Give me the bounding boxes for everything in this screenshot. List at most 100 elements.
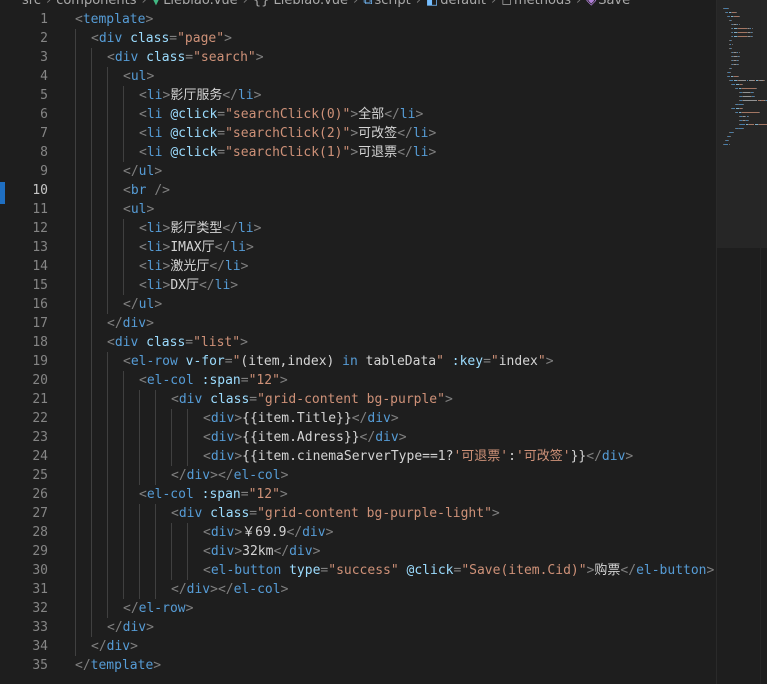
code-line[interactable]: 30 <el-button type="success" @click="Save… [0, 561, 716, 580]
indent-guide [171, 409, 172, 428]
code-line[interactable]: 35 </template> [0, 656, 716, 675]
chevron-right-icon: › [45, 0, 52, 8]
indent-guide [75, 409, 76, 428]
code-line[interactable]: 26 <el-col :span="12"> [0, 485, 716, 504]
code-line[interactable]: 32 </el-row> [0, 599, 716, 618]
breadcrumb-script[interactable]: script [375, 0, 411, 8]
code-punctuation: < [139, 88, 147, 103]
code-line[interactable]: 27 <div class="grid-content bg-purple-lig… [0, 504, 716, 523]
code-line[interactable]: 31 </div></el-col> [0, 580, 716, 599]
code-tag-name: li [146, 126, 163, 141]
breadcrumb-methods[interactable]: methods [514, 0, 571, 8]
code-line[interactable]: 19 <el-row v-for="(item,index) in tableDa… [0, 352, 716, 371]
code-line[interactable]: 23 <div>{{item.Adress}}</div> [0, 428, 716, 447]
indent-guide [139, 466, 140, 485]
code-tag-name: br [130, 183, 147, 198]
code-punctuation: ></ [210, 468, 234, 483]
indent-guide [123, 447, 124, 466]
line-number: 22 [32, 411, 48, 426]
code-line[interactable]: 18 <div class="list"> [0, 333, 716, 352]
code-line[interactable]: 6 <li @click="searchClick(0)">全部</li> [0, 105, 716, 124]
indent-guide [75, 352, 76, 371]
code-punctuation: > [153, 658, 162, 673]
code-line[interactable]: 28 <div>￥69.9</div> [0, 523, 716, 542]
indent-guide [171, 561, 172, 580]
code-line[interactable]: 25 </div></el-col> [0, 466, 716, 485]
code-punctuation: > [279, 373, 288, 388]
code-line[interactable]: 33 </div> [0, 618, 716, 637]
code-tag-name: li [224, 259, 241, 274]
code-string: " [436, 354, 444, 369]
code-string: " [490, 354, 499, 369]
indent-guide [123, 143, 124, 162]
line-number: 25 [32, 468, 48, 483]
indent-guide [91, 238, 92, 257]
vertical-scrollbar[interactable] [760, 0, 767, 684]
code-punctuation: = [240, 373, 249, 388]
minimap-code-stroke [742, 108, 744, 109]
breadcrumb-module[interactable]: {} Liebiao.vue [253, 0, 348, 8]
code-line[interactable]: 24 <div>{{item.cinemaServerType==1?'可退票':… [0, 447, 716, 466]
indent-guide [75, 428, 76, 447]
code-punctuation: = [185, 50, 194, 65]
code-line[interactable]: 29 <div>32km</div> [0, 542, 716, 561]
code-line[interactable]: 34 </div> [0, 637, 716, 656]
code-line[interactable]: 12 <li>影厅类型</li> [0, 219, 716, 238]
code-line[interactable]: 1 <template> [0, 10, 716, 29]
indent-guide [107, 599, 108, 618]
code-punctuation: > [280, 468, 289, 483]
minimap-code-stroke [753, 96, 755, 97]
breadcrumb-src[interactable]: src [22, 0, 41, 8]
line-number: 16 [32, 297, 48, 312]
breadcrumb-save[interactable]: Save [598, 0, 630, 8]
code-line[interactable]: 13 <li>IMAX厅</li> [0, 238, 716, 257]
code-line[interactable]: 7 <li @click="searchClick(2)">可改签</li> [0, 124, 716, 143]
minimap[interactable] [716, 0, 767, 684]
code-line[interactable]: 3 <div class="search"> [0, 48, 716, 67]
indent-guide [91, 333, 92, 352]
line-number: 23 [32, 430, 48, 445]
code-tag-name: template [90, 658, 154, 673]
code-string: "grid-content bg-purple-light" [257, 506, 492, 521]
code-line[interactable]: 17 </div> [0, 314, 716, 333]
minimap-code-stroke [742, 88, 756, 89]
breadcrumb-file[interactable]: Liebiao.vue [163, 0, 237, 8]
indent-guide [187, 428, 188, 447]
breadcrumb-components[interactable]: components [56, 0, 136, 8]
minimap-code-stroke [758, 112, 760, 113]
code-area[interactable]: 1 <template> 2 <div class="page"> 3 <div clas… [0, 10, 716, 675]
code-line[interactable]: 11 <ul> [0, 200, 716, 219]
minimap-code-stroke [732, 108, 736, 109]
indent-guide [139, 428, 140, 447]
code-line[interactable]: 2 <div class="page"> [0, 29, 716, 48]
code-line[interactable]: 22 <div>{{item.Title}}</div> [0, 409, 716, 428]
code-line[interactable]: 21 <div class="grid-content bg-purple"> [0, 390, 716, 409]
code-punctuation: </ [214, 240, 231, 255]
indent-guide [139, 409, 140, 428]
indent-guide [107, 561, 108, 580]
minimap-code-stroke [727, 140, 729, 141]
breadcrumb-default[interactable]: default [440, 0, 486, 8]
code-line-text: <div>{{item.cinemaServerType==1?'可退票':'可… [203, 447, 633, 466]
code-line[interactable]: 15 <li>DX厅</li> [0, 276, 716, 295]
indent-guide [91, 390, 92, 409]
code-line[interactable]: 10 <br /> [0, 181, 716, 200]
indent-guide [91, 599, 92, 618]
code-line[interactable]: 16 </ul> [0, 295, 716, 314]
indent-guide [139, 561, 140, 580]
code-line[interactable]: 20 <el-col :span="12"> [0, 371, 716, 390]
indent-guide [91, 257, 92, 276]
indent-guide [155, 447, 156, 466]
code-punctuation: > [255, 50, 264, 65]
code-line[interactable]: 9 </ul> [0, 162, 716, 181]
code-line[interactable]: 4 <ul> [0, 67, 716, 86]
code-line[interactable]: 14 <li>激光厅</li> [0, 257, 716, 276]
minimap-code-stroke [752, 36, 754, 37]
indent-guide [107, 409, 108, 428]
code-tag-name: div [106, 639, 131, 654]
chevron-right-icon: › [415, 0, 421, 8]
code-line[interactable]: 5 <li>影厅服务</li> [0, 86, 716, 105]
code-line[interactable]: 8 <li @click="searchClick(1)">可退票</li> [0, 143, 716, 162]
indent-guide [123, 428, 124, 447]
code-editor[interactable]: src › components › ▼ Liebiao.vue › {} Liebiao.v… [0, 0, 767, 684]
